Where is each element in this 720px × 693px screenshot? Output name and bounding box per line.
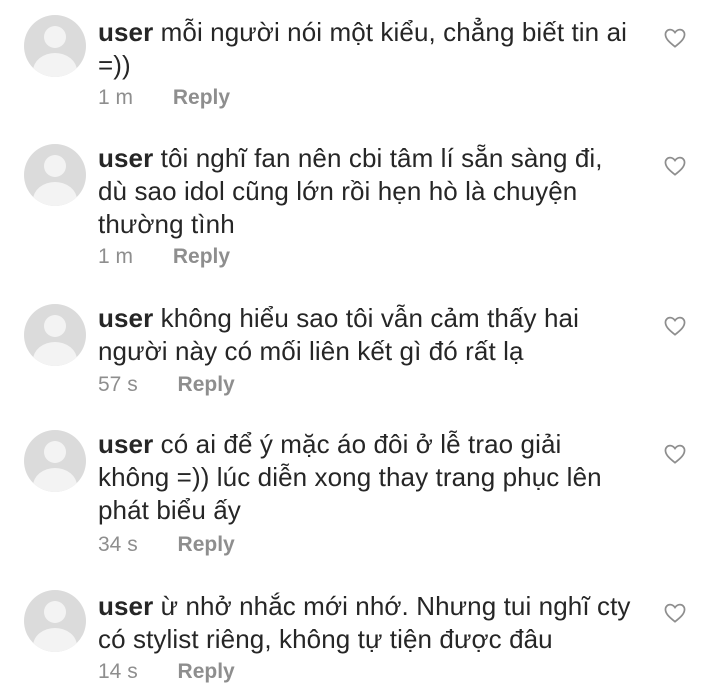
comment-meta: 1 m Reply <box>98 86 230 110</box>
avatar-body-shape <box>33 468 77 492</box>
comment-username[interactable]: user <box>98 429 153 459</box>
avatar-body-shape <box>33 628 77 652</box>
comment-timestamp: 14 s <box>98 660 138 683</box>
heart-icon[interactable] <box>664 28 686 48</box>
comment-body: tôi nghĩ fan nên cbi tâm lí sẵn sàng đi,… <box>98 143 603 239</box>
heart-icon[interactable] <box>664 444 686 464</box>
avatar-head-shape <box>44 315 66 337</box>
comment-text: user mỗi người nói một kiểu, chẳng biết … <box>98 16 638 82</box>
comment-text: user có ai để ý mặc áo đôi ở lễ trao giả… <box>98 428 638 527</box>
comment-meta: 34 s Reply <box>98 533 235 557</box>
comment-username[interactable]: user <box>98 591 153 621</box>
reply-button[interactable]: Reply <box>178 373 235 397</box>
reply-button[interactable]: Reply <box>173 245 230 269</box>
comment-timestamp: 34 s <box>98 533 138 556</box>
comment-username[interactable]: user <box>98 17 153 47</box>
comment-meta: 14 s Reply <box>98 660 235 684</box>
avatar[interactable] <box>24 590 86 652</box>
comment-username[interactable]: user <box>98 143 153 173</box>
comment-body: mỗi người nói một kiểu, chẳng biết tin a… <box>98 17 628 80</box>
heart-icon[interactable] <box>664 156 686 176</box>
avatar[interactable] <box>24 430 86 492</box>
heart-icon[interactable] <box>664 603 686 623</box>
heart-icon[interactable] <box>664 316 686 336</box>
reply-button[interactable]: Reply <box>173 86 230 110</box>
comment-body: ừ nhở nhắc mới nhớ. Nhưng tui nghĩ cty c… <box>98 591 631 654</box>
comment-body: không hiểu sao tôi vẫn cảm thấy hai ngườ… <box>98 303 579 366</box>
comment-username[interactable]: user <box>98 303 153 333</box>
comment-text: user không hiểu sao tôi vẫn cảm thấy hai… <box>98 302 638 368</box>
reply-button[interactable]: Reply <box>178 660 235 684</box>
avatar-head-shape <box>44 601 66 623</box>
avatar[interactable] <box>24 15 86 77</box>
avatar[interactable] <box>24 304 86 366</box>
comment-meta: 1 m Reply <box>98 245 230 269</box>
avatar-body-shape <box>33 53 77 77</box>
comment-body: có ai để ý mặc áo đôi ở lễ trao giải khô… <box>98 429 602 525</box>
comment-text: user tôi nghĩ fan nên cbi tâm lí sẵn sàn… <box>98 142 638 241</box>
avatar-body-shape <box>33 342 77 366</box>
comment-text: user ừ nhở nhắc mới nhớ. Nhưng tui nghĩ … <box>98 590 638 656</box>
comment-meta: 57 s Reply <box>98 373 235 397</box>
comment-timestamp: 1 m <box>98 245 134 268</box>
avatar-body-shape <box>33 182 77 206</box>
comment-timestamp: 1 m <box>98 86 134 109</box>
reply-button[interactable]: Reply <box>178 533 235 557</box>
avatar-head-shape <box>44 441 66 463</box>
avatar-head-shape <box>44 155 66 177</box>
avatar-head-shape <box>44 26 66 48</box>
comment-timestamp: 57 s <box>98 373 138 396</box>
avatar[interactable] <box>24 144 86 206</box>
